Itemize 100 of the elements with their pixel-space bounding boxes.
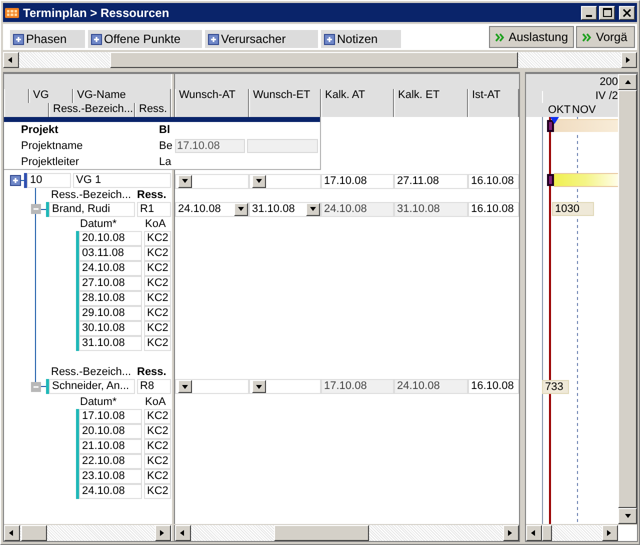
scroll-thumb[interactable] bbox=[274, 525, 369, 541]
field-value: La bbox=[159, 156, 172, 168]
minimize-icon bbox=[586, 14, 592, 16]
scroll-thumb[interactable] bbox=[542, 525, 552, 541]
table-cell: 22.10.08 bbox=[79, 454, 142, 469]
table-cell: KC2 bbox=[144, 261, 171, 276]
table-cell: KC2 bbox=[144, 291, 171, 306]
table-cell: KC2 bbox=[144, 424, 171, 439]
table-cell: 03.11.08 bbox=[79, 246, 142, 261]
table-cell: Schneider, An... bbox=[49, 379, 135, 394]
table-cell: 20.10.08 bbox=[79, 231, 142, 246]
horizontal-scrollbar[interactable] bbox=[526, 525, 618, 541]
plus-icon bbox=[13, 34, 24, 44]
table-cell: KC2 bbox=[144, 469, 171, 484]
table-cell: 20.10.08 bbox=[79, 424, 142, 439]
caret-icon bbox=[255, 177, 263, 185]
month-label: OKT bbox=[548, 104, 571, 116]
close-icon bbox=[623, 8, 631, 16]
project-bar bbox=[554, 119, 618, 132]
field-label: Projektname bbox=[20, 140, 84, 152]
column-label: KoA bbox=[145, 218, 167, 230]
app-icon bbox=[5, 6, 19, 18]
scroll-thumb[interactable] bbox=[21, 525, 47, 541]
plus-icon bbox=[324, 34, 335, 44]
date-dropdown[interactable] bbox=[249, 379, 321, 394]
left-arrow-icon bbox=[530, 529, 538, 537]
table-cell: R1 bbox=[137, 202, 171, 216]
caret-icon bbox=[181, 382, 189, 390]
scroll-left-button[interactable] bbox=[3, 52, 19, 68]
table-cell: 31.10.08 bbox=[79, 336, 142, 351]
table-cell: 24.10.08 bbox=[79, 261, 142, 276]
field-label: Ress. bbox=[137, 188, 168, 200]
scroll-left-button[interactable] bbox=[175, 525, 191, 541]
table-cell: 27.10.08 bbox=[79, 276, 142, 291]
minimize-button[interactable] bbox=[581, 6, 597, 20]
date-cell: 24.10.08 bbox=[321, 202, 394, 216]
double-chevron-icon bbox=[494, 32, 505, 42]
date-dropdown[interactable]: 31.10.08 bbox=[249, 202, 321, 216]
scroll-right-button[interactable] bbox=[621, 52, 637, 68]
scroll-left-button[interactable] bbox=[526, 525, 542, 541]
project-heading: Projekt bbox=[20, 124, 60, 136]
table-cell: 30.10.08 bbox=[79, 321, 142, 336]
date-cell: 16.10.08 bbox=[468, 379, 519, 394]
scroll-thumb[interactable] bbox=[110, 52, 518, 68]
left-arrow-icon bbox=[8, 529, 16, 537]
section-tab[interactable]: Offene Punkte bbox=[88, 30, 202, 48]
date-cell: 27.11.08 bbox=[394, 174, 468, 188]
scroll-left-button[interactable] bbox=[4, 525, 20, 541]
scroll-right-button[interactable] bbox=[602, 525, 618, 541]
caret-icon bbox=[237, 205, 245, 213]
scroll-up-button[interactable] bbox=[618, 74, 637, 90]
field-label: Ress.-Bezeich... bbox=[51, 366, 132, 378]
date-cell: 17.10.08 bbox=[321, 379, 394, 394]
toolbar-button[interactable]: Auslastung bbox=[488, 26, 574, 48]
table-cell: 17.10.08 bbox=[79, 409, 142, 424]
down-arrow-icon bbox=[624, 512, 632, 520]
table-cell: Brand, Rudi bbox=[49, 202, 135, 216]
date-dropdown[interactable] bbox=[175, 174, 249, 188]
table-cell: R8 bbox=[137, 379, 171, 394]
date-dropdown[interactable] bbox=[175, 379, 249, 394]
field-value: Be bbox=[159, 140, 174, 152]
date-cell: 31.10.08 bbox=[394, 202, 468, 216]
date-field[interactable]: 17.10.08 bbox=[175, 139, 245, 153]
horizontal-scrollbar[interactable] bbox=[3, 52, 637, 68]
table-cell: KC2 bbox=[144, 276, 171, 291]
scroll-right-button[interactable] bbox=[155, 525, 171, 541]
horizontal-scrollbar[interactable] bbox=[175, 525, 519, 541]
milestone-marker bbox=[547, 174, 554, 186]
date-cell: 16.10.08 bbox=[468, 174, 519, 188]
column-label: KoA bbox=[145, 396, 167, 408]
table-cell: 23.10.08 bbox=[79, 469, 142, 484]
scroll-right-button[interactable] bbox=[503, 525, 519, 541]
window-title: Terminplan > Ressourcen bbox=[23, 6, 170, 20]
date-cell: 16.10.08 bbox=[468, 202, 519, 216]
close-button[interactable] bbox=[619, 6, 635, 20]
section-tab[interactable]: Phasen bbox=[10, 30, 85, 48]
table-cell: 21.10.08 bbox=[79, 439, 142, 454]
phase-bar bbox=[554, 173, 618, 187]
section-tab[interactable]: Notizen bbox=[321, 30, 401, 48]
table-cell: 28.10.08 bbox=[79, 291, 142, 306]
plus-icon bbox=[10, 174, 21, 186]
date-field[interactable] bbox=[246, 139, 318, 153]
table-cell: KC2 bbox=[144, 306, 171, 321]
date-dropdown[interactable]: 24.10.08 bbox=[175, 202, 249, 216]
section-tab[interactable]: Verursacher bbox=[205, 30, 318, 48]
maximize-button[interactable] bbox=[599, 6, 615, 20]
scroll-down-button[interactable] bbox=[618, 508, 637, 524]
load-value: 733 bbox=[542, 380, 569, 394]
plus-icon bbox=[208, 34, 219, 44]
table-cell: KC2 bbox=[144, 439, 171, 454]
double-chevron-icon bbox=[582, 32, 592, 42]
field-label: Ress.-Bezeich... bbox=[51, 188, 132, 200]
left-arrow-icon bbox=[7, 56, 15, 64]
caret-icon bbox=[181, 177, 189, 185]
horizontal-scrollbar[interactable] bbox=[4, 525, 171, 541]
field-label: Projektleiter bbox=[20, 156, 80, 168]
table-cell: VG 1 bbox=[73, 172, 171, 188]
toolbar-button[interactable]: Vorgä bbox=[576, 26, 635, 48]
quarter-label: IV /2 bbox=[595, 90, 618, 102]
date-dropdown[interactable] bbox=[249, 174, 321, 188]
